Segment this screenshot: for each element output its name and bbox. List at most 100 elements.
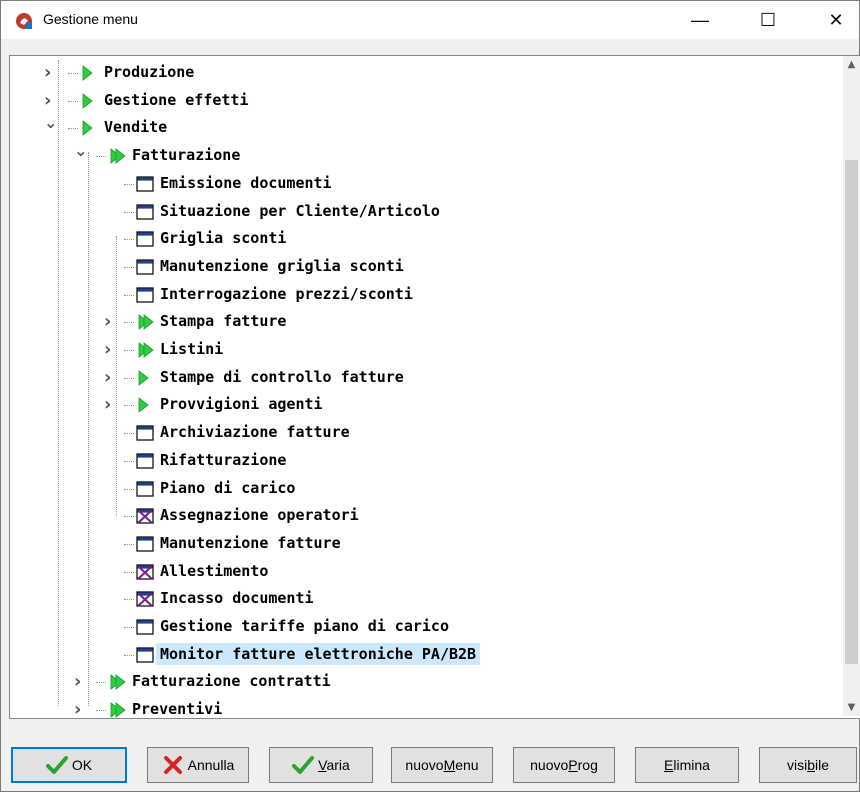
scroll-up-icon[interactable]: ▲ (843, 56, 860, 73)
program-window-icon (136, 535, 154, 553)
close-icon: ✕ (828, 9, 844, 30)
vertical-scrollbar[interactable]: ▲ ▼ (843, 56, 860, 716)
tree-connector (124, 516, 134, 518)
varia-button[interactable]: Varia (269, 747, 373, 783)
tree-item[interactable]: Monitor fatture elettroniche PA/B2B (10, 642, 840, 668)
tree-item[interactable]: Interrogazione prezzi/sconti (10, 282, 840, 308)
tree-item-label: Produzione (104, 63, 195, 81)
title-bar[interactable]: Gestione menu — ☐ ✕ (1, 1, 859, 39)
chevron-right-icon[interactable]: › (104, 396, 116, 414)
button-label-part: rog (577, 757, 598, 773)
tree-item[interactable]: Rifatturazione (10, 448, 840, 474)
chevron-right-icon[interactable]: › (44, 64, 56, 82)
ok-button[interactable]: OK (11, 747, 127, 783)
button-label-part: enu (455, 757, 479, 773)
tree-item[interactable]: Manutenzione griglia sconti (10, 254, 840, 280)
elimina-button[interactable]: Elimina (635, 747, 739, 783)
green-arrow-folder-icon (80, 64, 98, 82)
tree-item[interactable]: › Produzione (10, 60, 840, 86)
button-label: OK (72, 757, 92, 773)
program-window-icon (136, 452, 154, 470)
tree-item-label: Gestione tariffe piano di carico (160, 617, 449, 635)
tree-guide-line (58, 60, 60, 706)
tree-item[interactable]: Archiviazione fatture (10, 420, 840, 446)
tree-item[interactable]: ⌄ Vendite (10, 115, 840, 141)
program-window-icon (136, 618, 154, 636)
menu-tree[interactable]: ▲ ▼ › Produzione › Gestione effetti ⌄ Vendite… (9, 55, 860, 719)
tree-item[interactable]: ⌄ Fatturazione (10, 143, 840, 169)
tree-item-label: Fatturazione (132, 146, 241, 165)
tree-item-label: Vendite (104, 118, 168, 137)
chevron-right-icon[interactable]: › (44, 91, 56, 109)
nuovomenu-button[interactable]: nuovoMenu (391, 747, 493, 783)
tree-item-label: Assegnazione operatori (160, 506, 359, 525)
scroll-down-icon[interactable]: ▼ (843, 699, 860, 716)
tree-connector (124, 266, 134, 269)
tree-item[interactable]: Allestimento (10, 559, 840, 585)
tree-item-label: Situazione per Cliente/Articolo (160, 201, 440, 220)
app-logo-icon (16, 13, 32, 29)
tree-connector (68, 73, 78, 75)
scrollbar-thumb[interactable] (845, 160, 858, 664)
maximize-icon: ☐ (759, 9, 777, 30)
tree-item[interactable]: Assegnazione operatori (10, 503, 840, 529)
close-button[interactable]: ✕ (813, 1, 859, 39)
green-arrow-folder-icon (80, 92, 98, 110)
tree-item-label: Stampe di controllo fatture (160, 367, 404, 386)
tree-connector (124, 294, 134, 297)
green-arrow-folder-icon (136, 313, 154, 331)
tree-item[interactable]: Situazione per Cliente/Articolo (10, 199, 840, 225)
tree-item[interactable]: Griglia sconti (10, 226, 840, 252)
visibile-button[interactable]: visibile (759, 747, 857, 783)
chevron-right-icon[interactable]: › (74, 701, 86, 718)
tree-item-label: Piano di carico (160, 478, 296, 497)
tree-item[interactable]: Manutenzione fatture (10, 531, 840, 557)
button-accelerator: b (807, 757, 815, 773)
tree-item[interactable]: Incasso documenti (10, 586, 840, 612)
chevron-down-icon[interactable]: ⌄ (74, 143, 87, 159)
tree-item-label: Stampa fatture (160, 312, 287, 331)
chevron-down-icon[interactable]: ⌄ (44, 115, 57, 131)
tree-item[interactable]: › Stampe di controllo fatture (10, 365, 840, 391)
button-label-part: OK (71, 757, 93, 773)
tree-item-label: Interrogazione prezzi/sconti (160, 284, 413, 303)
maximize-button[interactable]: ☐ (745, 1, 791, 39)
tree-item[interactable]: › Preventivi (10, 697, 840, 718)
disabled-program-icon (136, 507, 154, 525)
chevron-right-icon[interactable]: › (104, 313, 116, 331)
annulla-button[interactable]: Annulla (147, 747, 249, 783)
tree-item[interactable]: › Provvigioni agenti (10, 392, 840, 418)
green-arrow-folder-icon (108, 701, 126, 718)
tree-item-label: Allestimento (160, 561, 269, 580)
button-label: nuovoMenu (405, 757, 478, 773)
tree-connector (124, 460, 134, 463)
green-arrow-folder-icon (108, 673, 126, 691)
tree-item-label: Griglia sconti (160, 229, 287, 248)
tree-item-label: Monitor fatture elettroniche PA/B2B (156, 642, 481, 665)
button-label: nuovoProg (530, 757, 598, 773)
tree-item[interactable]: › Stampa fatture (10, 309, 840, 335)
tree-guide-line (116, 236, 118, 516)
tree-item[interactable]: Gestione tariffe piano di carico (10, 614, 840, 640)
program-window-icon (136, 646, 154, 664)
tree-item[interactable]: › Gestione effetti (10, 88, 840, 114)
button-label-part: Annulla (187, 757, 235, 773)
green-arrow-folder-icon (80, 119, 98, 137)
tree-item-label: Gestione effetti (104, 90, 249, 109)
chevron-right-icon[interactable]: › (104, 341, 116, 359)
tree-item-label: Manutenzione griglia sconti (160, 256, 404, 275)
disabled-program-icon (136, 590, 154, 608)
green-arrow-folder-icon (136, 369, 154, 387)
tree-guide-line (88, 152, 90, 706)
tree-item[interactable]: Piano di carico (10, 476, 840, 502)
tree-item[interactable]: › Fatturazione contratti (10, 669, 840, 695)
tree-item-label: Listini (160, 340, 224, 358)
minimize-button[interactable]: — (677, 1, 723, 39)
chevron-right-icon[interactable]: › (104, 368, 116, 386)
tree-item[interactable]: › Listini (10, 337, 840, 363)
nuovoprog-button[interactable]: nuovoProg (513, 747, 615, 783)
program-window-icon (136, 424, 154, 442)
program-window-icon (136, 480, 154, 498)
chevron-right-icon[interactable]: › (74, 673, 86, 691)
tree-item[interactable]: Emissione documenti (10, 171, 840, 197)
